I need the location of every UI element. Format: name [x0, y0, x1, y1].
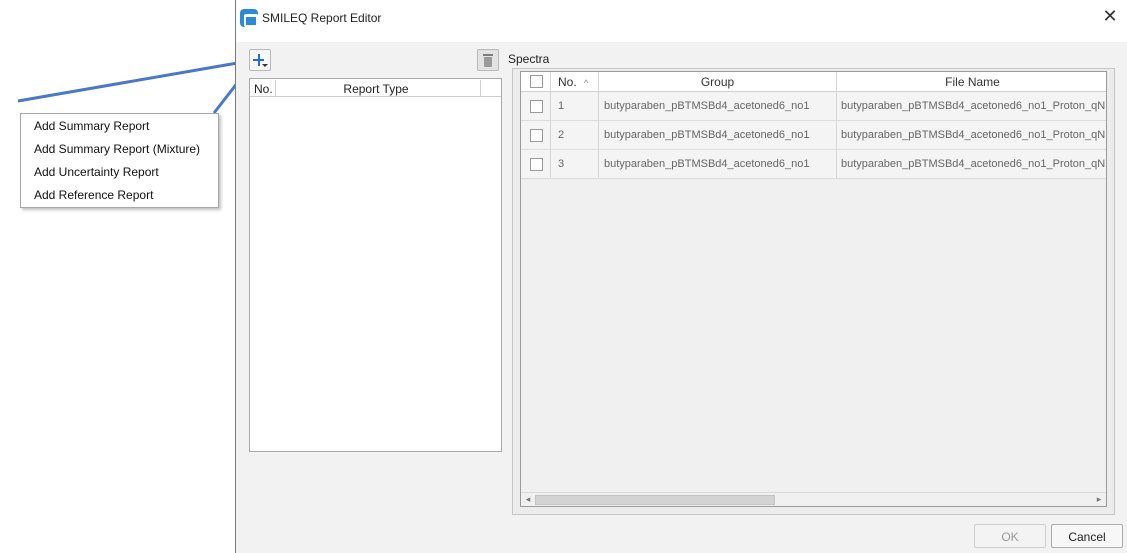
add-report-menu: Add Summary Report Add Summary Report (M…: [20, 113, 219, 208]
close-button[interactable]: ✕: [1100, 8, 1120, 28]
stage: SMILEQ Report Editor ✕ No. Report Type S…: [0, 0, 1127, 553]
cell-file-name: butyparaben_pBTMSBd4_acetoned6_no1_Proto…: [841, 158, 1106, 170]
ok-button[interactable]: OK: [974, 524, 1046, 548]
cancel-button[interactable]: Cancel: [1051, 524, 1123, 548]
scroll-thumb[interactable]: [535, 495, 775, 505]
cell-no: 1: [558, 100, 565, 112]
menu-item-add-summary-report-mixture[interactable]: Add Summary Report (Mixture): [21, 138, 218, 161]
cell-file-name: butyparaben_pBTMSBd4_acetoned6_no1_Proto…: [841, 100, 1106, 112]
cell-no: 3: [558, 158, 565, 170]
menu-item-add-summary-report[interactable]: Add Summary Report: [21, 115, 218, 138]
cell-file-name: butyparaben_pBTMSBd4_acetoned6_no1_Proto…: [841, 129, 1106, 141]
row-checkbox[interactable]: [530, 158, 543, 171]
row-checkbox[interactable]: [530, 100, 543, 113]
menu-item-add-uncertainty-report[interactable]: Add Uncertainty Report: [21, 161, 218, 184]
spectra-table-header: No. ^ Group File Name: [521, 72, 1106, 92]
horizontal-scrollbar[interactable]: ◂ ▸: [521, 492, 1106, 506]
column-header-file-name[interactable]: File Name: [837, 72, 1106, 92]
column-header-no[interactable]: No.: [254, 82, 273, 96]
callout-line-top: [17, 59, 250, 103]
cell-group: butyparaben_pBTMSBd4_acetoned6_no1: [604, 158, 810, 170]
spectra-table: No. ^ Group File Name 1 butyparaben_pBTM…: [520, 71, 1107, 507]
column-header-no[interactable]: No. ^: [558, 72, 598, 92]
report-editor-window: SMILEQ Report Editor ✕ No. Report Type S…: [235, 0, 1127, 553]
app-icon: [240, 9, 258, 27]
column-header-group[interactable]: Group: [599, 72, 836, 92]
table-row[interactable]: 1 butyparaben_pBTMSBd4_acetoned6_no1 but…: [521, 92, 1106, 121]
scroll-left-icon[interactable]: ◂: [523, 495, 533, 505]
spectra-label: Spectra: [508, 52, 550, 66]
table-row[interactable]: 3 butyparaben_pBTMSBd4_acetoned6_no1 but…: [521, 150, 1106, 179]
report-list[interactable]: No. Report Type: [249, 78, 502, 452]
column-header-report-type[interactable]: Report Type: [276, 82, 476, 96]
table-row[interactable]: 2 butyparaben_pBTMSBd4_acetoned6_no1 but…: [521, 121, 1106, 150]
add-report-button[interactable]: [249, 49, 271, 71]
trash-icon: [483, 54, 493, 56]
sort-ascending-icon: ^: [584, 78, 589, 88]
menu-item-add-reference-report[interactable]: Add Reference Report: [21, 184, 218, 207]
row-checkbox[interactable]: [530, 129, 543, 142]
window-title: SMILEQ Report Editor: [262, 11, 382, 25]
title-bar: SMILEQ Report Editor ✕: [236, 0, 1127, 42]
select-all-checkbox[interactable]: [530, 75, 543, 88]
cell-group: butyparaben_pBTMSBd4_acetoned6_no1: [604, 100, 810, 112]
cell-group: butyparaben_pBTMSBd4_acetoned6_no1: [604, 129, 810, 141]
dropdown-caret-icon: [262, 64, 268, 67]
scroll-right-icon[interactable]: ▸: [1094, 495, 1104, 505]
delete-report-button[interactable]: [477, 49, 499, 71]
cell-no: 2: [558, 129, 565, 141]
report-list-header: No. Report Type: [250, 79, 501, 97]
